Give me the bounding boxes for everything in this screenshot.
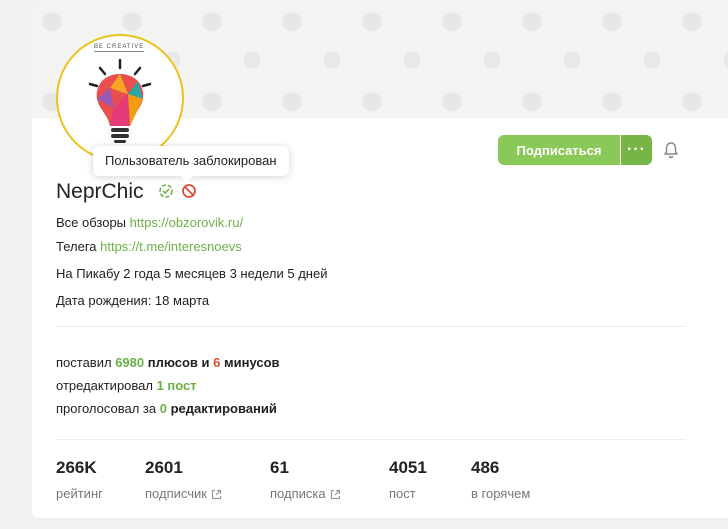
banned-icon[interactable]	[181, 183, 197, 204]
about-link[interactable]: https://obzorovik.ru/	[130, 215, 243, 230]
edits-count: 0	[159, 401, 167, 416]
activity-text: поставил	[56, 355, 116, 370]
counter-label-wrap: подписка	[270, 486, 341, 501]
counter-value: 486	[471, 458, 500, 477]
activity-text: редактирований	[166, 401, 277, 416]
bell-icon[interactable]	[662, 141, 680, 164]
counter-label: рейтинг	[56, 486, 103, 501]
counter-posts: 4051 пост	[389, 458, 427, 501]
activity-text: отредактировал	[56, 378, 157, 393]
counter-value: 266K	[56, 458, 97, 477]
divider	[56, 439, 686, 440]
edited-posts-link[interactable]: 1 пост	[157, 378, 197, 393]
counter-subscriptions[interactable]: 61 подписка	[270, 458, 341, 501]
counter-rating: 266K рейтинг	[56, 458, 103, 501]
blocked-tooltip: Пользователь заблокирован	[93, 146, 289, 182]
counter-value: 4051	[389, 458, 427, 477]
more-button[interactable]: ···	[621, 135, 652, 165]
activity-line-3: проголосовал за 0 редактирований	[56, 401, 277, 416]
username: NeprChic	[56, 180, 144, 203]
counter-label: пост	[389, 486, 416, 501]
activity-line-1: поставил 6980 плюсов и 6 минусов	[56, 355, 280, 370]
counter-value: 2601	[145, 458, 183, 477]
activity-text: плюсов и	[144, 355, 214, 370]
plus-count: 6980	[115, 355, 145, 370]
counter-hot: 486 в горячем	[471, 458, 530, 501]
about-link[interactable]: https://t.me/interesnoevs	[100, 239, 242, 254]
on-site-duration: На Пикабу 2 года 5 месяцев 3 недели 5 дн…	[56, 266, 328, 281]
counter-subscribers[interactable]: 2601 подписчик	[145, 458, 222, 501]
counter-label: подписчик	[145, 486, 207, 501]
counter-label-wrap: подписчик	[145, 486, 222, 501]
about-prefix: Все обзоры	[56, 215, 130, 230]
activity-line-2: отредактировал 1 пост	[56, 378, 197, 393]
divider	[56, 326, 686, 327]
subscribe-group: Подписаться ···	[498, 135, 652, 165]
activity-text: минусов	[220, 355, 280, 370]
about-line-2: Телега https://t.me/interesnoevs	[56, 239, 242, 254]
counter-label: подписка	[270, 486, 326, 501]
avatar[interactable]: BE CREATIVE	[56, 34, 184, 162]
about-prefix: Телега	[56, 239, 101, 254]
activity-text: проголосовал за	[56, 401, 160, 416]
lightbulb-icon	[88, 58, 152, 143]
about-line-1: Все обзоры https://obzorovik.ru/	[56, 215, 243, 230]
external-link-icon	[211, 489, 222, 500]
birthday: Дата рождения: 18 марта	[56, 293, 210, 308]
subscribe-button[interactable]: Подписаться	[498, 135, 620, 165]
verified-icon[interactable]	[158, 183, 174, 204]
counter-label: в горячем	[471, 486, 531, 501]
counter-value: 61	[270, 458, 289, 477]
external-link-icon	[330, 489, 340, 500]
